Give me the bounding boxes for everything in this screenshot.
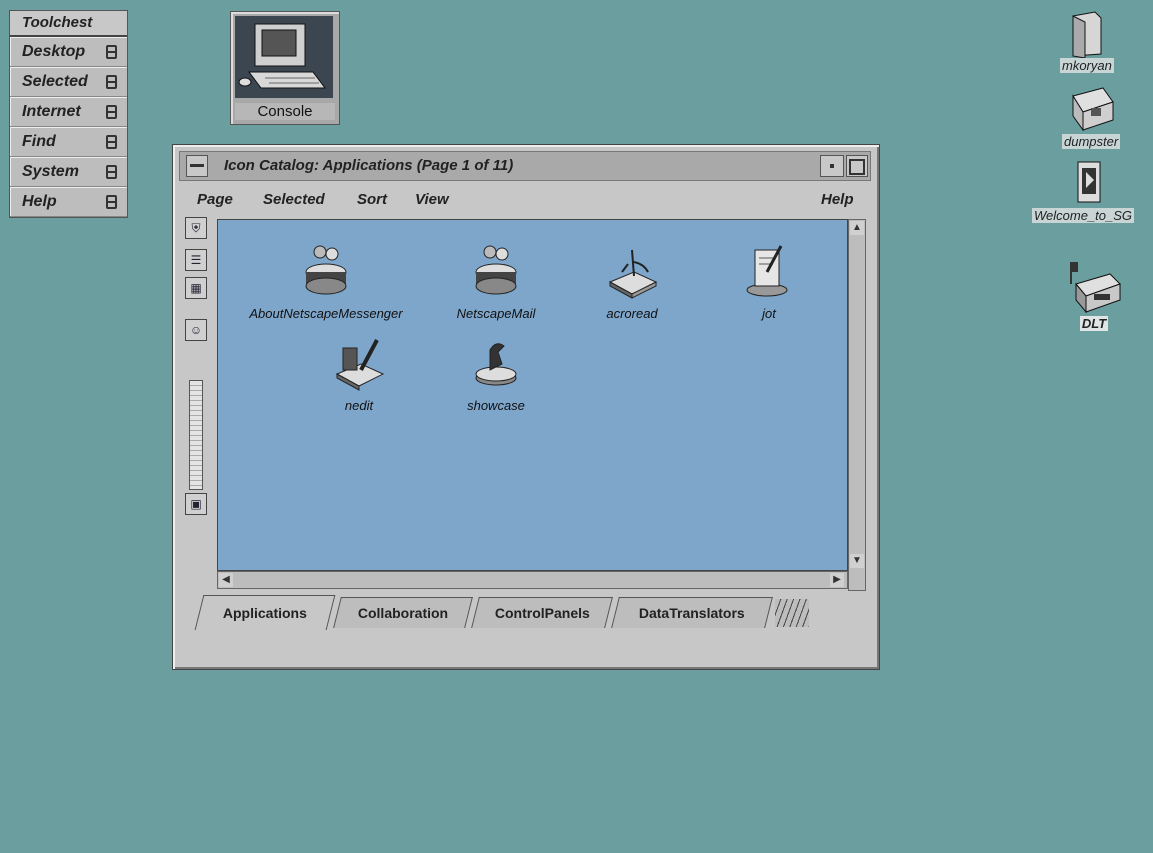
netscape-messenger-icon	[305, 245, 347, 295]
tab-controlpanels[interactable]: ControlPanels	[471, 597, 613, 628]
acroread-icon	[608, 249, 658, 299]
app-icon-label: jot	[762, 306, 776, 321]
minimize-button[interactable]	[820, 155, 844, 177]
icon-view-button[interactable]: ⛨	[185, 217, 207, 239]
menu-help[interactable]: Help	[821, 191, 854, 208]
toolchest-item-label: Selected	[22, 73, 88, 90]
tab-label: DataTranslators	[638, 605, 745, 621]
window-menu-icon	[190, 164, 204, 167]
app-icon-jot[interactable]: jot	[674, 242, 864, 321]
square-icon: ▣	[190, 497, 202, 511]
icon-catalog-window: Icon Catalog: Applications (Page 1 of 11…	[172, 144, 880, 670]
console-label: Console	[235, 103, 335, 120]
toolchest-item-label: Internet	[22, 103, 81, 120]
tab-label: ControlPanels	[494, 605, 590, 621]
menu-page[interactable]: Page	[197, 191, 233, 208]
desktop-icon-dumpster[interactable]: dumpster	[1062, 82, 1121, 149]
drawer-icon	[106, 195, 117, 209]
console-icon-button[interactable]: Console	[230, 11, 340, 125]
horizontal-scrollbar[interactable]: ◀ ▶	[217, 571, 848, 589]
toolchest-item-label: System	[22, 163, 79, 180]
vertical-scrollbar[interactable]: ▲ ▼	[848, 219, 866, 591]
menu-selected[interactable]: Selected	[263, 191, 325, 208]
toolchest-item-desktop[interactable]: Desktop	[10, 37, 127, 67]
menu-selected-label: Selected	[263, 191, 325, 208]
desktop-icon-welcome[interactable]: Welcome_to_SG	[1032, 158, 1153, 223]
toolchest-item-label: Desktop	[22, 43, 86, 60]
drawer-icon	[106, 45, 117, 59]
netscape-mail-icon	[475, 245, 517, 295]
desktop-icon-label: Welcome_to_SG	[1032, 208, 1135, 223]
menu-view-label: View	[415, 191, 449, 208]
desktop-icon-label: DLT	[1079, 316, 1109, 331]
menu-sort-label: Sort	[357, 191, 387, 208]
page-tabs: Applications Collaboration ControlPanels…	[183, 595, 873, 633]
menu-sort[interactable]: Sort	[357, 191, 387, 208]
drawer-icon	[106, 75, 117, 89]
scroll-up-icon[interactable]: ▲	[850, 221, 864, 235]
columns-icon: ▦	[190, 281, 202, 295]
app-icon-label: NetscapeMail	[456, 306, 536, 321]
toolchest-item-selected[interactable]: Selected	[10, 67, 127, 97]
toolchest-item-label: Find	[22, 133, 56, 150]
app-icon-label: acroread	[606, 306, 658, 321]
window-title: Icon Catalog: Applications (Page 1 of 11…	[224, 157, 514, 174]
dumpster-icon	[1072, 87, 1114, 132]
icon-canvas[interactable]: AboutNetscapeMessenger NetscapeMail acro…	[217, 219, 848, 571]
scroll-left-icon[interactable]: ◀	[219, 573, 233, 587]
menu-page-label: Page	[197, 191, 233, 208]
app-icon-label: AboutNetscapeMessenger	[249, 306, 403, 321]
tab-applications[interactable]: Applications	[194, 595, 336, 630]
desktop-icon-label: mkoryan	[1060, 58, 1114, 73]
scroll-right-icon[interactable]: ▶	[830, 573, 844, 587]
drawer-icon	[106, 165, 117, 179]
list-icon: ☰	[190, 253, 202, 267]
menu-help-label: Help	[821, 191, 854, 208]
tab-datatranslators[interactable]: DataTranslators	[611, 597, 773, 628]
folder-icon	[1072, 11, 1102, 58]
face-icon: ☺	[189, 323, 203, 337]
list-view-button[interactable]: ☰	[185, 249, 207, 271]
menubar: Page Selected Sort View Help	[179, 187, 871, 215]
drawer-icon	[106, 135, 117, 149]
tab-collaboration[interactable]: Collaboration	[333, 597, 473, 628]
console-computer-icon	[235, 16, 333, 98]
app-icon-aboutnetscapemessenger[interactable]: AboutNetscapeMessenger	[231, 242, 421, 321]
app-icon-label: nedit	[344, 398, 374, 413]
app-icon-showcase[interactable]: showcase	[401, 334, 591, 413]
minimize-icon	[830, 164, 834, 168]
tab-label: Collaboration	[357, 605, 448, 621]
zoom-slider[interactable]	[189, 380, 203, 490]
welcome-icon	[1077, 161, 1101, 203]
view-toolbar: ⛨ ☰ ▦ ☺ ▣	[183, 217, 211, 517]
scroll-down-icon[interactable]: ▼	[850, 554, 864, 568]
face-view-button[interactable]: ☺	[185, 319, 207, 341]
app-icon-label: showcase	[467, 398, 525, 413]
column-view-button[interactable]: ▦	[185, 277, 207, 299]
desktop-icon-dlt[interactable]: DLT	[1064, 258, 1124, 331]
maximize-button[interactable]	[846, 155, 868, 177]
more-tabs-indicator[interactable]	[775, 599, 809, 627]
desktop-icon-label: dumpster	[1062, 134, 1121, 149]
nedit-icon	[335, 339, 385, 391]
showcase-icon	[475, 343, 517, 386]
window-titlebar[interactable]: Icon Catalog: Applications (Page 1 of 11…	[179, 151, 871, 181]
drawer-icon	[106, 105, 117, 119]
toolchest-item-help[interactable]: Help	[10, 187, 127, 217]
toolchest-item-label: Help	[22, 193, 57, 210]
zoom-button[interactable]: ▣	[185, 493, 207, 515]
toolchest-item-find[interactable]: Find	[10, 127, 127, 157]
shield-icon: ⛨	[191, 220, 201, 235]
toolchest-item-system[interactable]: System	[10, 157, 127, 187]
toolchest-menu: Toolchest Desktop Selected Internet Find…	[9, 10, 128, 218]
toolchest-item-internet[interactable]: Internet	[10, 97, 127, 127]
tape-drive-icon	[1070, 262, 1121, 314]
window-menu-button[interactable]	[186, 155, 208, 177]
desktop-icon-mkoryan[interactable]: mkoryan	[1060, 8, 1114, 73]
toolchest-title[interactable]: Toolchest	[10, 11, 127, 37]
tab-label: Applications	[222, 605, 307, 621]
menu-view[interactable]: View	[415, 191, 449, 208]
maximize-icon	[849, 159, 865, 175]
jot-icon	[746, 245, 788, 297]
